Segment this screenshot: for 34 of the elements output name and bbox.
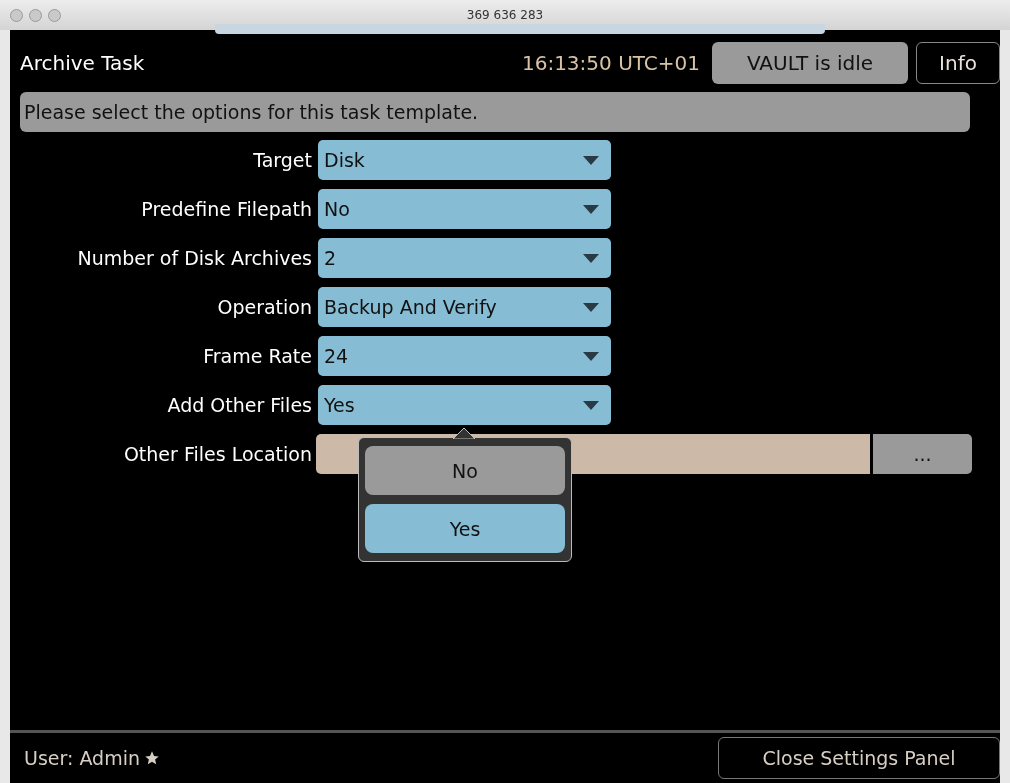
minimize-window-icon[interactable] [29, 9, 42, 22]
dropdown-option[interactable]: Yes [365, 504, 565, 553]
option-label: Add Other Files [166, 394, 312, 416]
close-window-icon[interactable] [10, 9, 23, 22]
option-label: Number of Disk Archives [76, 247, 312, 269]
close-settings-button[interactable]: Close Settings Panel [718, 737, 1000, 779]
option-dropdown[interactable]: Yes [318, 385, 611, 425]
option-label: Operation [216, 296, 312, 318]
option-dropdown[interactable]: Backup And Verify [318, 287, 611, 327]
option-label: Target [252, 149, 312, 171]
caret-icon [583, 400, 599, 410]
clock-time: 16:13:50 UTC+01 [521, 51, 700, 75]
status-badge: VAULT is idle [712, 42, 908, 84]
dropdown-option[interactable]: No [365, 446, 565, 495]
caret-icon [583, 253, 599, 263]
browse-button[interactable]: ... [873, 434, 972, 474]
caret-icon [583, 155, 599, 165]
option-label: Predefine Filepath [140, 198, 312, 220]
star-icon [143, 750, 160, 766]
option-dropdown[interactable]: No [318, 189, 611, 229]
task-title: Archive Task [20, 51, 146, 75]
caret-icon [583, 204, 599, 214]
option-label: Other Files Location [122, 443, 312, 465]
caret-icon [583, 351, 599, 361]
user-label: User: Admin [24, 747, 140, 769]
zoom-window-icon[interactable] [48, 9, 61, 22]
window-title: 369 636 283 [466, 8, 544, 22]
option-dropdown[interactable]: 2 [318, 238, 611, 278]
prompt-message: Please select the options for this task template. [20, 92, 970, 132]
option-dropdown[interactable]: 24 [318, 336, 611, 376]
option-dropdown[interactable]: Disk [318, 140, 611, 180]
option-label: Frame Rate [202, 345, 312, 367]
caret-icon [583, 302, 599, 312]
info-button[interactable]: Info [916, 42, 1000, 84]
